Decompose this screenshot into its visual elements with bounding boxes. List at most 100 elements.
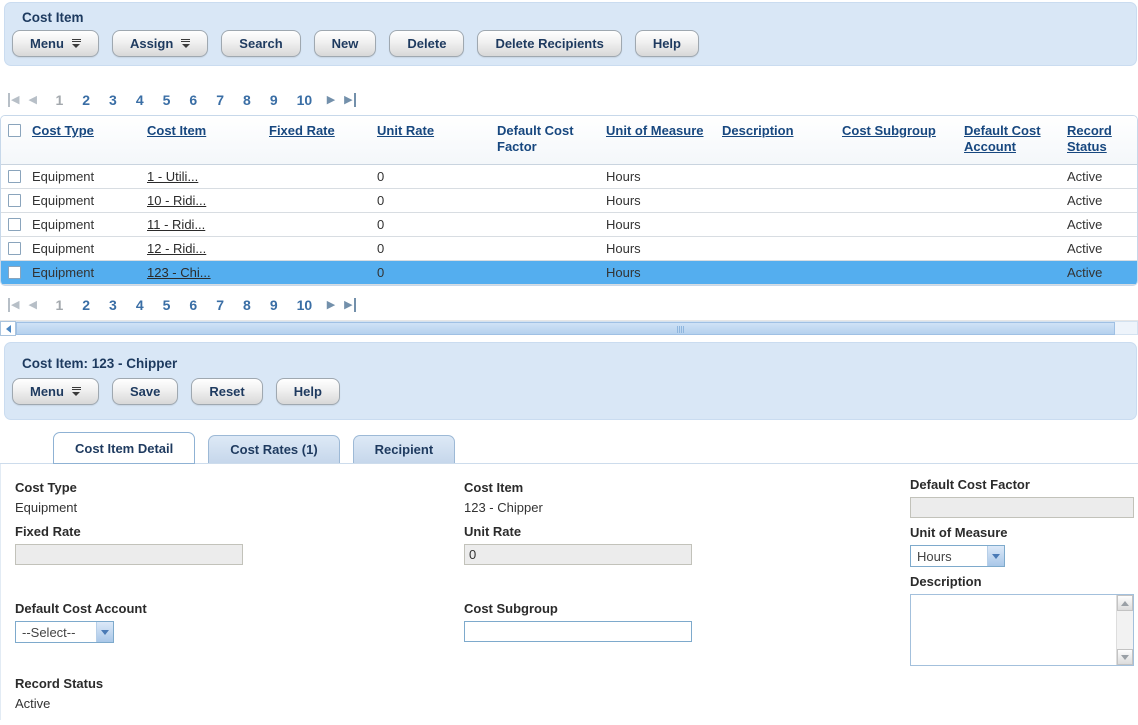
record-status-value: Active (15, 696, 464, 711)
page-number-link[interactable]: 7 (216, 297, 224, 313)
scroll-left-icon[interactable] (0, 321, 16, 336)
cost-type-label: Cost Type (15, 480, 464, 495)
default-cost-account-label: Default Cost Account (15, 601, 464, 616)
detail-help-button[interactable]: Help (276, 378, 340, 405)
default-cost-account-select[interactable]: --Select-- (15, 621, 114, 643)
page-number-link[interactable]: 7 (216, 92, 224, 108)
last-page-icon[interactable]: ▶ (344, 298, 355, 312)
textarea-scrollbar[interactable] (1116, 595, 1133, 665)
description-label: Description (910, 574, 1138, 589)
column-header-description[interactable]: Description (717, 121, 837, 139)
detail-menu-button[interactable]: Menu (12, 378, 99, 405)
row-checkbox[interactable] (8, 266, 21, 279)
previous-page-icon: ◀ (28, 298, 36, 312)
delete-button[interactable]: Delete (389, 30, 464, 57)
page-number-link[interactable]: 8 (243, 92, 251, 108)
page-title: Cost Item (5, 3, 1136, 27)
table-row[interactable]: Equipment 12 - Ridi... 0 Hours Active (1, 237, 1137, 261)
column-header-default-cost-account[interactable]: Default Cost Account (959, 121, 1062, 155)
assign-button[interactable]: Assign (112, 30, 208, 57)
cost-type-cell: Equipment (27, 193, 142, 208)
next-page-icon[interactable]: ▶ (327, 298, 335, 312)
tab-cost-item-detail[interactable]: Cost Item Detail (53, 432, 195, 464)
first-page-icon: ◀ (8, 298, 19, 312)
detail-toolbar: Menu Save Reset Help (5, 375, 1136, 413)
page-number-link[interactable]: 3 (109, 297, 117, 313)
cost-subgroup-label: Cost Subgroup (464, 601, 910, 616)
select-all-checkbox[interactable] (8, 124, 21, 137)
row-checkbox[interactable] (8, 242, 21, 255)
pagination-top: ◀ ◀ 1 2 3 4 5 6 7 8 9 10 ▶ ▶ (8, 90, 1138, 110)
row-checkbox[interactable] (8, 170, 21, 183)
page-number-link[interactable]: 6 (189, 92, 197, 108)
cost-item-link[interactable]: 12 - Ridi... (147, 241, 206, 256)
page-number-link[interactable]: 5 (163, 92, 171, 108)
search-button[interactable]: Search (221, 30, 300, 57)
menu-dropdown-icon (72, 387, 81, 396)
page-number-link[interactable]: 9 (270, 92, 278, 108)
column-header-fixed-rate[interactable]: Fixed Rate (264, 121, 372, 139)
column-header-cost-item[interactable]: Cost Item (142, 121, 264, 139)
menu-dropdown-icon (72, 39, 81, 48)
column-header-cost-subgroup[interactable]: Cost Subgroup (837, 121, 959, 139)
page-number-current: 1 (55, 297, 63, 313)
unit-of-measure-cell: Hours (601, 169, 717, 184)
tab-recipient[interactable]: Recipient (353, 435, 456, 463)
tab-cost-rates[interactable]: Cost Rates (1) (208, 435, 339, 463)
page-number-link[interactable]: 10 (297, 92, 313, 108)
page-number-link[interactable]: 6 (189, 297, 197, 313)
page-number-link[interactable]: 4 (136, 297, 144, 313)
form-column-3: Default Cost Factor Unit of Measure Hour… (910, 480, 1138, 720)
page-number-link[interactable]: 3 (109, 92, 117, 108)
detail-tabstrip: Cost Item Detail Cost Rates (1) Recipien… (0, 431, 1138, 464)
scrollbar-track[interactable] (16, 321, 1138, 335)
cost-item-link[interactable]: 11 - Ridi... (147, 217, 205, 232)
last-page-icon[interactable]: ▶ (344, 93, 355, 107)
menu-button[interactable]: Menu (12, 30, 99, 57)
table-row-selected[interactable]: Equipment 123 - Chi... 0 Hours Active (1, 261, 1137, 285)
page-number-link[interactable]: 5 (163, 297, 171, 313)
column-header-cost-type[interactable]: Cost Type (27, 121, 142, 139)
row-checkbox[interactable] (8, 194, 21, 207)
table-row[interactable]: Equipment 11 - Ridi... 0 Hours Active (1, 213, 1137, 237)
column-header-default-cost-factor: Default Cost Factor (492, 121, 601, 155)
new-button[interactable]: New (314, 30, 377, 57)
page-number-link[interactable]: 4 (136, 92, 144, 108)
unit-of-measure-cell: Hours (601, 241, 717, 256)
row-checkbox[interactable] (8, 218, 21, 231)
cost-item-label: Cost Item (464, 480, 910, 495)
table-row[interactable]: Equipment 10 - Ridi... 0 Hours Active (1, 189, 1137, 213)
unit-rate-cell: 0 (372, 241, 492, 256)
chevron-down-icon (987, 546, 1004, 566)
column-header-unit-of-measure[interactable]: Unit of Measure (601, 121, 717, 139)
previous-page-icon: ◀ (28, 93, 36, 107)
fixed-rate-label: Fixed Rate (15, 524, 464, 539)
page-number-link[interactable]: 10 (297, 297, 313, 313)
table-row[interactable]: Equipment 1 - Utili... 0 Hours Active (1, 165, 1137, 189)
record-status-cell: Active (1062, 217, 1128, 232)
default-cost-factor-input (910, 497, 1134, 518)
page-number-link[interactable]: 2 (82, 297, 90, 313)
next-page-icon[interactable]: ▶ (327, 93, 335, 107)
scroll-down-icon[interactable] (1117, 649, 1133, 665)
page-number-link[interactable]: 9 (270, 297, 278, 313)
column-header-record-status[interactable]: Record Status (1062, 121, 1128, 155)
scrollbar-thumb[interactable] (16, 322, 1115, 335)
page-number-link[interactable]: 2 (82, 92, 90, 108)
description-textarea[interactable] (910, 594, 1134, 666)
cost-subgroup-input[interactable] (464, 621, 692, 642)
reset-button[interactable]: Reset (191, 378, 262, 405)
cost-item-link[interactable]: 10 - Ridi... (147, 193, 206, 208)
delete-recipients-button[interactable]: Delete Recipients (477, 30, 621, 57)
scroll-up-icon[interactable] (1117, 595, 1133, 611)
page-number-link[interactable]: 8 (243, 297, 251, 313)
help-button[interactable]: Help (635, 30, 699, 57)
cost-item-list-panel: Cost Item Menu Assign Search New Delete … (4, 2, 1137, 66)
unit-of-measure-select[interactable]: Hours (910, 545, 1005, 567)
cost-item-link[interactable]: 123 - Chi... (147, 265, 211, 280)
cost-item-table: Cost Type Cost Item Fixed Rate Unit Rate… (0, 115, 1138, 286)
column-header-unit-rate[interactable]: Unit Rate (372, 121, 492, 139)
cost-item-link[interactable]: 1 - Utili... (147, 169, 198, 184)
default-cost-account-value: --Select-- (16, 625, 96, 640)
save-button[interactable]: Save (112, 378, 178, 405)
